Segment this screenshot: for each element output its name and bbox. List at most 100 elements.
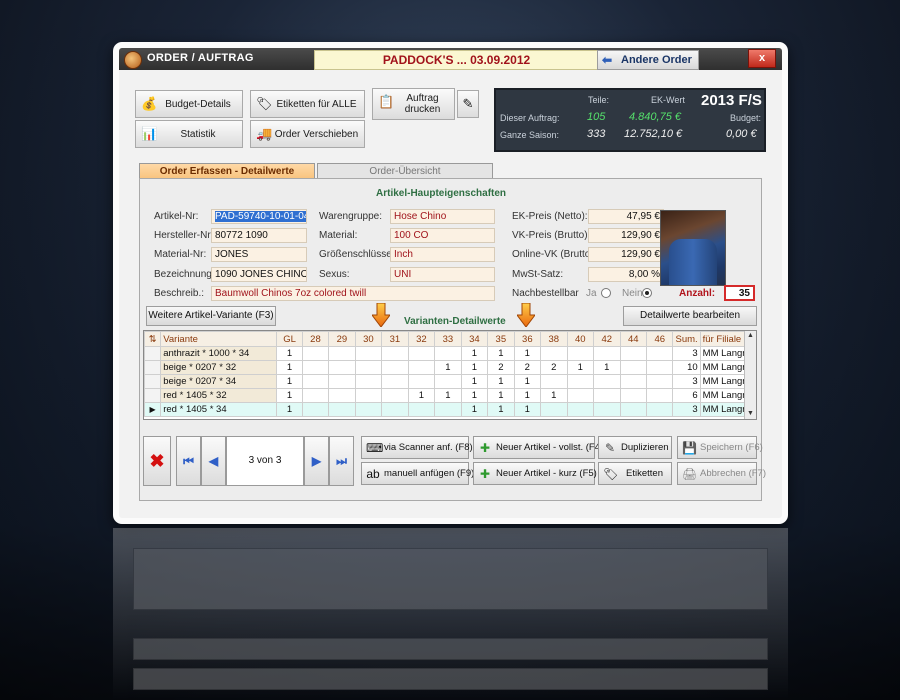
other-order-button[interactable]: ⬅ Andere Order [597,50,699,70]
detailwerte-bearbeiten-button[interactable]: Detailwerte bearbeiten [623,306,757,326]
sum-cell[interactable]: 3 [672,374,701,389]
last-record-button[interactable]: ⏭ [329,436,354,486]
table-cell[interactable]: 1 [434,388,462,403]
row-selector[interactable] [144,346,162,361]
table-cell[interactable] [354,402,383,417]
table-cell[interactable] [381,346,409,361]
table-cell[interactable] [381,388,409,403]
column-header[interactable]: 38 [540,331,568,347]
table-cell[interactable] [407,374,436,389]
column-header[interactable]: 32 [407,331,436,347]
variant-name-cell[interactable]: beige * 0207 * 34 [160,374,278,389]
tab-order-erfassen[interactable]: Order Erfassen - Detailwerte [139,163,315,179]
artikel-nr-field[interactable]: PAD-59740-10-01-047 [211,209,307,224]
table-cell[interactable] [645,346,674,361]
ja-radio[interactable] [601,288,611,298]
table-cell[interactable] [566,374,595,389]
row-selector[interactable] [144,360,162,375]
table-cell[interactable]: 2 [513,360,542,375]
table-row[interactable]: beige * 0207 * 32 1 1 1 2 2 2 1 1 10 MM Langna [144,360,756,375]
table-cell[interactable] [301,360,330,375]
table-cell[interactable]: 1 [460,388,489,403]
order-verschieben-button[interactable]: 🚚 Order Verschieben [250,120,365,148]
table-cell[interactable] [354,388,383,403]
table-cell[interactable]: 2 [540,360,568,375]
table-row[interactable]: beige * 0207 * 34 1 1 1 1 3 MM Langna [144,374,756,389]
material-nr-field[interactable]: JONES [211,247,307,262]
abbrechen-button[interactable]: 🖨 Abbrechen (F7) [677,462,766,485]
column-header[interactable]: Variante [160,331,278,347]
column-header[interactable]: 36 [513,331,542,347]
column-header[interactable]: GL [276,331,303,347]
duplizieren-button[interactable]: ✎ Duplizieren [598,436,672,459]
statistik-button[interactable]: 📊 Statistik [135,120,243,148]
column-header[interactable]: 42 [593,331,621,347]
variant-name-cell[interactable]: beige * 0207 * 32 [160,360,278,375]
table-cell[interactable] [381,374,409,389]
table-cell[interactable]: 2 [487,360,515,375]
anzahl-field[interactable]: 35 [724,285,755,301]
table-cell[interactable] [619,402,648,417]
prev-record-button[interactable]: ◀ [201,436,226,486]
delete-button[interactable]: ✖ [143,436,171,486]
table-cell[interactable] [619,346,648,361]
table-row[interactable]: ▶ red * 1405 * 34 1 1 1 1 3 MM Langna [144,402,756,417]
table-cell[interactable]: 1 [513,346,542,361]
table-cell[interactable] [540,346,568,361]
table-cell[interactable] [645,402,674,417]
column-header[interactable]: 29 [328,331,356,347]
table-cell[interactable]: 1 [513,402,542,417]
table-cell[interactable]: 1 [460,374,489,389]
table-cell[interactable]: 1 [276,374,303,389]
online-vk-field[interactable]: 129,90 € [588,247,664,262]
material-field[interactable]: 100 CO [390,228,495,243]
manuell-button[interactable]: ab manuell anfügen (F9) [361,462,474,485]
warengruppe-field[interactable]: Hose Chino [390,209,495,224]
etiketten-button[interactable]: 🏷 Etiketten [598,462,672,485]
table-cell[interactable]: 1 [513,374,542,389]
table-row[interactable]: anthrazit * 1000 * 34 1 1 1 1 3 MM Langna [144,346,756,361]
mwst-field[interactable]: 8,00 % [588,267,664,282]
table-cell[interactable]: 1 [566,360,595,375]
first-record-button[interactable]: ⏮ [176,436,201,486]
weitere-variante-button[interactable]: Weitere Artikel-Variante (F3) [146,306,276,326]
column-header[interactable]: 31 [381,331,409,347]
scanner-button[interactable]: ⌨ via Scanner anf. (F8) [361,436,473,459]
sum-cell[interactable]: 3 [672,346,701,361]
variant-name-cell[interactable]: red * 1405 * 34 [160,402,278,417]
table-cell[interactable] [619,360,648,375]
table-cell[interactable] [434,374,462,389]
speichern-button[interactable]: 💾 Speichern (F6) [677,436,763,459]
table-cell[interactable] [566,346,595,361]
table-cell[interactable] [328,402,356,417]
row-selector[interactable] [144,388,162,403]
table-cell[interactable] [407,402,436,417]
row-selector[interactable]: ▶ [144,402,162,417]
table-cell[interactable] [593,402,621,417]
table-cell[interactable]: 1 [460,402,489,417]
table-cell[interactable] [540,374,568,389]
budget-details-button[interactable]: 💰 Budget-Details [135,90,243,118]
close-button[interactable]: x [748,49,776,68]
variant-name-cell[interactable]: anthrazit * 1000 * 34 [160,346,278,361]
sum-cell[interactable]: 10 [672,360,701,375]
table-cell[interactable] [354,374,383,389]
table-cell[interactable]: 1 [407,388,436,403]
neuer-artikel-kurz-button[interactable]: ✚ Neuer Artikel - kurz (F5) [473,462,597,485]
column-header[interactable]: 44 [619,331,648,347]
beschreib-field[interactable]: Baumwoll Chinos 7oz colored twill [211,286,495,301]
table-cell[interactable] [566,388,595,403]
row-selector[interactable] [144,374,162,389]
table-cell[interactable] [407,346,436,361]
table-cell[interactable] [301,346,330,361]
column-header[interactable]: 33 [434,331,462,347]
table-cell[interactable]: 1 [540,388,568,403]
table-cell[interactable]: 1 [487,374,515,389]
table-cell[interactable] [593,346,621,361]
auftrag-drucken-button[interactable]: 📋 Auftrag drucken [372,88,455,120]
table-cell[interactable]: 1 [460,360,489,375]
sexus-field[interactable]: UNI [390,267,495,282]
column-header[interactable]: 46 [645,331,674,347]
table-cell[interactable]: 1 [487,402,515,417]
table-cell[interactable] [381,360,409,375]
